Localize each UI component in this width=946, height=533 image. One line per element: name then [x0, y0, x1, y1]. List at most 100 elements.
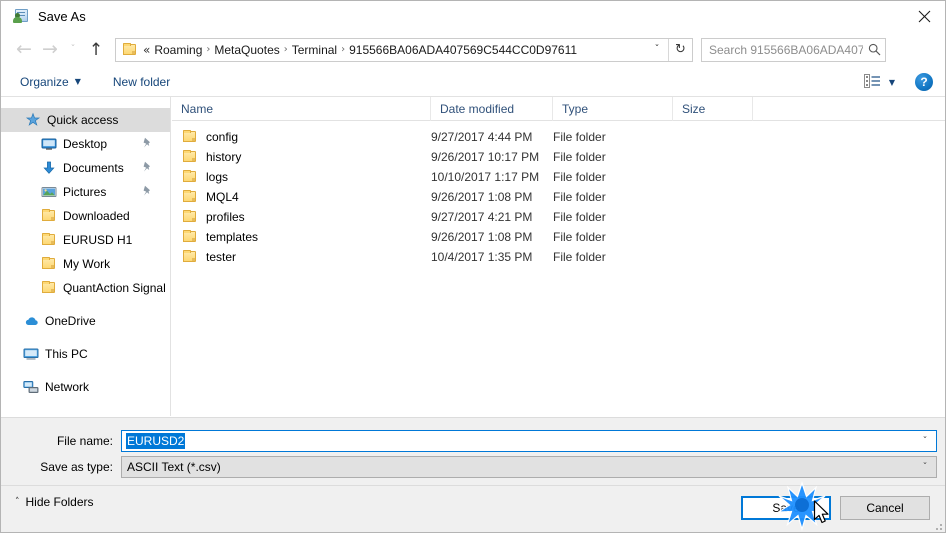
up-arrow-glyph: ↑ [88, 39, 104, 60]
folder-icon [182, 189, 198, 205]
save-as-type-label: Save as type: [40, 460, 113, 474]
sidebar-item-network[interactable]: Network [1, 375, 170, 399]
chevron-down-icon[interactable]: ˇ [914, 431, 936, 451]
save-as-dialog: Save As ← → ˇ ↑ « Roaming › MetaQuotes ›… [0, 0, 946, 533]
save-as-type-row: Save as type: ASCII Text (*.csv) ˇ [1, 456, 945, 478]
star-pin-icon [25, 112, 41, 128]
column-header-date-modified[interactable]: Date modified [431, 97, 553, 121]
help-icon[interactable]: ? [915, 73, 933, 91]
sidebar-item-pictures[interactable]: Pictures [1, 180, 170, 204]
chevron-down-icon: ▼ [74, 77, 81, 86]
breadcrumb-item-metaquotes[interactable]: MetaQuotes [210, 43, 283, 57]
file-name-label: File name: [56, 434, 113, 448]
help-label: ? [920, 75, 928, 89]
table-row[interactable]: config 9/27/2017 4:44 PM File folder [172, 127, 945, 147]
table-row[interactable]: templates 9/26/2017 1:08 PM File folder [172, 227, 945, 247]
date-modified-cell: 9/26/2017 10:17 PM [431, 150, 540, 164]
table-row[interactable]: tester 10/4/2017 1:35 PM File folder [172, 247, 945, 267]
toolbar: Organize ▼ New folder ▼ ? [1, 67, 945, 97]
type-cell: File folder [553, 210, 606, 224]
sidebar-divider [1, 333, 170, 342]
recent-locations-chevron-icon[interactable]: ˇ [63, 37, 83, 63]
sidebar-item-label: Downloaded [63, 209, 130, 223]
file-name-cell: config [206, 130, 239, 144]
breadcrumb-item-roaming[interactable]: Roaming [150, 43, 206, 57]
organize-button[interactable]: Organize ▼ [14, 70, 87, 94]
table-row[interactable]: history 9/26/2017 10:17 PM File folder [172, 147, 945, 167]
sidebar-item-onedrive[interactable]: OneDrive [1, 309, 170, 333]
window-title: Save As [38, 9, 86, 24]
desktop-icon [41, 136, 57, 152]
type-cell: File folder [553, 250, 606, 264]
folder-icon [121, 42, 137, 57]
address-dropdown-glyph: ˇ [654, 44, 660, 55]
date-modified-cell: 9/26/2017 1:08 PM [431, 190, 533, 204]
folder-icon [182, 209, 198, 225]
breadcrumb: « Roaming › MetaQuotes › Terminal › 9155… [137, 43, 646, 57]
type-cell: File folder [553, 230, 606, 244]
sidebar-item-this-pc[interactable]: This PC [1, 342, 170, 366]
table-row[interactable]: profiles 9/27/2017 4:21 PM File folder [172, 207, 945, 227]
sidebar-item-downloaded[interactable]: Downloaded [1, 204, 170, 228]
pin-icon[interactable] [142, 161, 152, 173]
chevron-down-icon[interactable]: ˇ [914, 457, 936, 477]
recent-chevron-glyph: ˇ [70, 44, 76, 55]
save-as-type-select[interactable]: ASCII Text (*.csv) ˇ [121, 456, 937, 478]
pin-icon[interactable] [142, 137, 152, 149]
sidebar-item-eurusd-h1[interactable]: EURUSD H1 [1, 228, 170, 252]
this-pc-icon [23, 346, 39, 362]
folder-icon [41, 256, 57, 272]
sidebar-item-desktop[interactable]: Desktop [1, 132, 170, 156]
forward-arrow-glyph: → [42, 38, 58, 60]
refresh-icon[interactable]: ↻ [668, 38, 692, 61]
sidebar-item-quantaction-signal[interactable]: QuantAction Signal [1, 276, 170, 300]
file-name-cell: tester [206, 250, 237, 264]
type-cell: File folder [553, 190, 606, 204]
file-name-cell: profiles [206, 210, 245, 224]
save-as-app-icon [12, 8, 29, 25]
file-name-input[interactable]: EURUSD2 ˇ [121, 430, 937, 452]
breadcrumb-item-guid[interactable]: 915566BA06ADA407569C544CC0D97611 [345, 43, 581, 57]
up-arrow-icon[interactable]: ↑ [83, 37, 109, 63]
save-button[interactable]: Save [741, 496, 831, 520]
sidebar-item-quick-access[interactable]: Quick access [1, 108, 170, 132]
table-row[interactable]: logs 10/10/2017 1:17 PM File folder [172, 167, 945, 187]
cancel-button-label: Cancel [866, 501, 904, 515]
cancel-button[interactable]: Cancel [840, 496, 930, 520]
breadcrumb-overflow-icon[interactable]: « [143, 43, 150, 57]
chevron-down-icon[interactable]: ˇ [646, 39, 668, 61]
folder-icon [41, 232, 57, 248]
pin-icon[interactable] [142, 185, 152, 197]
resize-grip[interactable] [932, 520, 944, 532]
search-input[interactable]: Search 915566BA06ADA40756... [701, 37, 886, 62]
column-header-size[interactable]: Size [673, 97, 753, 121]
column-header-type[interactable]: Type [553, 97, 673, 121]
column-header-name[interactable]: ˄ Name [172, 97, 431, 121]
sidebar-item-my-work[interactable]: My Work [1, 252, 170, 276]
file-name-row: File name: EURUSD2 ˇ [1, 430, 945, 452]
column-header-label: Name [181, 101, 214, 116]
refresh-glyph: ↻ [675, 42, 686, 57]
sidebar-item-documents[interactable]: Documents [1, 156, 170, 180]
save-button-label: Save [772, 501, 800, 515]
close-icon[interactable] [901, 1, 945, 31]
back-arrow-icon[interactable]: ← [11, 37, 37, 63]
date-modified-cell: 10/4/2017 1:35 PM [431, 250, 533, 264]
view-mode-button[interactable]: ▼ [863, 70, 895, 94]
folder-icon [41, 208, 57, 224]
onedrive-cloud-icon [23, 313, 39, 329]
file-name-cell: logs [206, 170, 229, 184]
sidebar-item-label: Quick access [47, 113, 119, 127]
navigation-bar: ← → ˇ ↑ « Roaming › MetaQuotes › Termina… [1, 32, 945, 67]
forward-arrow-icon[interactable]: → [37, 37, 63, 63]
sidebar-item-label: EURUSD H1 [63, 233, 133, 247]
title-bar: Save As [1, 1, 945, 32]
new-folder-button[interactable]: New folder [107, 70, 176, 94]
address-bar[interactable]: « Roaming › MetaQuotes › Terminal › 9155… [115, 37, 693, 62]
type-cell: File folder [553, 150, 606, 164]
hide-folders-button[interactable]: ˄ Hide Folders [15, 495, 94, 509]
sidebar-item-label: Desktop [63, 137, 108, 151]
breadcrumb-item-terminal[interactable]: Terminal [288, 43, 341, 57]
documents-download-icon [41, 160, 57, 176]
table-row[interactable]: MQL4 9/26/2017 1:08 PM File folder [172, 187, 945, 207]
